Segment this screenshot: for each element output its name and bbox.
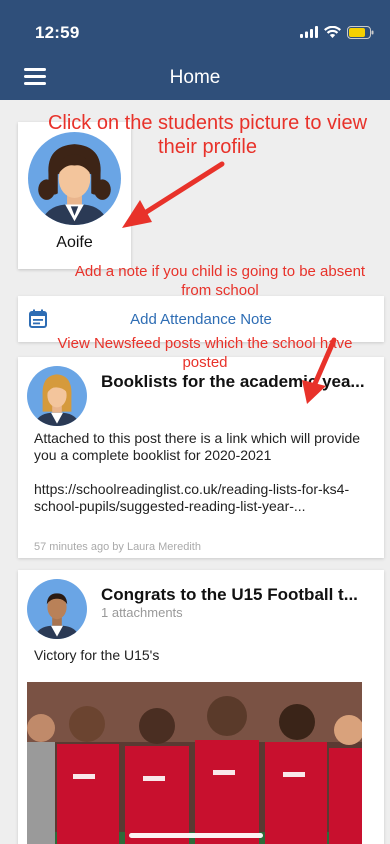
- page-title: Home: [169, 67, 221, 88]
- student-name[interactable]: Aoife: [18, 234, 131, 252]
- attendance-note-label[interactable]: Add Attendance Note: [18, 311, 384, 328]
- home-screen: 12:59 Home Aoife Add Attendance Note Boo…: [0, 0, 390, 844]
- post-meta: 57 minutes ago by Laura Meredith: [34, 541, 201, 553]
- profile-hint-annotation: Click on the students picture to view th…: [47, 112, 368, 158]
- newsfeed-post[interactable]: Booklists for the academic yea... Attach…: [18, 357, 384, 558]
- post-text: Attached to this post there is a link wh…: [34, 430, 361, 463]
- post-title[interactable]: Congrats to the U15 Football t...: [101, 585, 376, 605]
- signal-icon: [300, 26, 318, 38]
- newsfeed-hint-annotation: View Newsfeed posts which the school hav…: [57, 335, 353, 371]
- status-icons: [300, 22, 374, 42]
- football-team-photo[interactable]: [27, 682, 362, 844]
- post-text: Victory for the U15's: [34, 647, 160, 663]
- absent-hint-annotation: Add a note if you child is going to be a…: [74, 263, 366, 299]
- arrow-to-student: [137, 161, 225, 219]
- post-link[interactable]: https://schoolreadinglist.co.uk/reading-…: [34, 481, 374, 515]
- wifi-icon: [324, 26, 341, 38]
- post-title[interactable]: Booklists for the academic yea...: [101, 372, 376, 392]
- post-attachments: 1 attachments: [101, 605, 183, 620]
- app-header: 12:59 Home: [0, 0, 390, 100]
- battery-icon: [347, 25, 374, 39]
- teacher-woman-avatar-icon: [27, 366, 87, 426]
- newsfeed-post[interactable]: Congrats to the U15 Football t... 1 atta…: [18, 570, 384, 844]
- post-body: Victory for the U15's: [34, 647, 374, 681]
- teacher-man-avatar-icon: [27, 579, 87, 639]
- home-indicator: [129, 833, 263, 838]
- post-body: Attached to this post there is a link wh…: [34, 430, 374, 532]
- status-time: 12:59: [35, 23, 80, 42]
